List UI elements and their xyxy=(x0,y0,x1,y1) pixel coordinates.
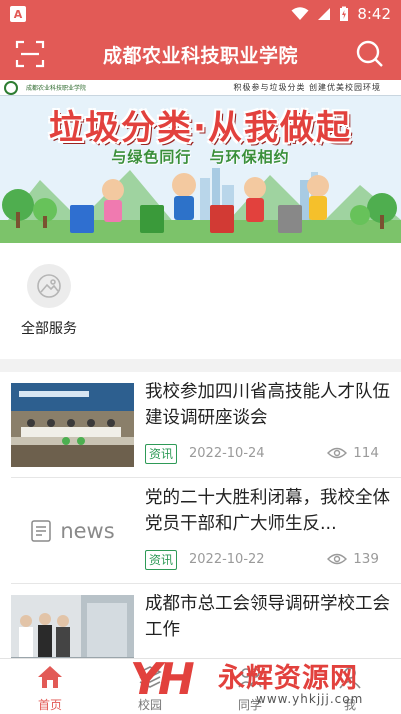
battery-icon xyxy=(340,6,349,21)
watermark-text: 永辉资源网 xyxy=(218,663,358,694)
eye-icon xyxy=(327,553,348,565)
banner-subtitle: 与绿色同行 与环保相约 xyxy=(0,146,401,167)
meeting-photo xyxy=(11,383,134,467)
banner-sub-left: 与绿色同行 xyxy=(111,148,192,166)
scan-icon xyxy=(15,40,45,68)
home-icon xyxy=(38,666,62,688)
search-icon xyxy=(356,40,383,67)
status-time: 8:42 xyxy=(357,5,391,23)
news-tag: 资讯 xyxy=(145,550,178,570)
news-placeholder-text: news xyxy=(60,519,115,543)
site-watermark: YH 永辉资源网 www.yhkjjj.com xyxy=(130,652,401,714)
nav-home-label: 首页 xyxy=(37,698,62,712)
visit-photo xyxy=(11,595,134,658)
banner-top-slogan: 积极参与垃圾分类 创建优美校园环境 xyxy=(233,83,381,92)
status-bar: A 8:42 xyxy=(0,0,401,28)
services-section: 全部服务 xyxy=(0,243,401,359)
view-count: 139 xyxy=(353,551,379,567)
news-tag: 资讯 xyxy=(145,444,178,464)
search-button[interactable] xyxy=(355,39,385,69)
notification-icon: A xyxy=(10,6,26,22)
banner-headline: 垃圾分类·从我做起 xyxy=(49,108,352,148)
signal-icon xyxy=(318,8,331,20)
news-item[interactable]: 成都市总工会领导调研学校工会工作 xyxy=(11,584,401,658)
banner-top-strip: 成都农业科技职业学院 积极参与垃圾分类 创建优美校园环境 xyxy=(0,80,401,96)
all-services-button[interactable]: 全部服务 xyxy=(14,261,84,338)
wifi-icon xyxy=(291,7,309,20)
news-list: 我校参加四川省高技能人才队伍建设调研座谈会 资讯 2022-10-24 114 … xyxy=(0,372,401,658)
news-views: 139 xyxy=(327,551,379,567)
news-date: 2022-10-22 xyxy=(189,552,265,567)
news-item[interactable]: 我校参加四川省高技能人才队伍建设调研座谈会 资讯 2022-10-24 114 xyxy=(11,372,401,478)
eye-icon xyxy=(327,447,348,459)
all-services-label: 全部服务 xyxy=(21,321,77,337)
document-icon xyxy=(31,520,52,542)
watermark-logo: YH xyxy=(130,654,195,705)
nav-home[interactable]: 首页 xyxy=(20,665,80,713)
section-divider xyxy=(0,359,401,372)
news-placeholder: news xyxy=(11,489,134,573)
watermark-url: www.yhkjjj.com xyxy=(256,692,364,706)
all-services-icon xyxy=(27,264,71,308)
banner-school-name: 成都农业科技职业学院 xyxy=(26,85,87,92)
app-header: 成都农业科技职业学院 xyxy=(0,28,401,80)
scan-button[interactable] xyxy=(14,39,46,69)
banner-carousel[interactable]: 成都农业科技职业学院 积极参与垃圾分类 创建优美校园环境 垃圾分类·从我做起 与… xyxy=(0,80,401,243)
page-title: 成都农业科技职业学院 xyxy=(102,44,298,67)
news-date: 2022-10-24 xyxy=(189,446,265,461)
banner-sub-right: 与环保相约 xyxy=(209,148,290,166)
news-views: 114 xyxy=(327,445,379,461)
news-title: 党的二十大胜利闭幕，我校全体党员干部和广大师生反... xyxy=(145,488,390,534)
news-item[interactable]: news 党的二十大胜利闭幕，我校全体党员干部和广大师生反... 资讯 2022… xyxy=(11,478,401,584)
view-count: 114 xyxy=(353,445,379,461)
news-title: 成都市总工会领导调研学校工会工作 xyxy=(145,594,390,640)
school-logo-icon xyxy=(4,81,18,95)
news-title: 我校参加四川省高技能人才队伍建设调研座谈会 xyxy=(145,382,390,428)
